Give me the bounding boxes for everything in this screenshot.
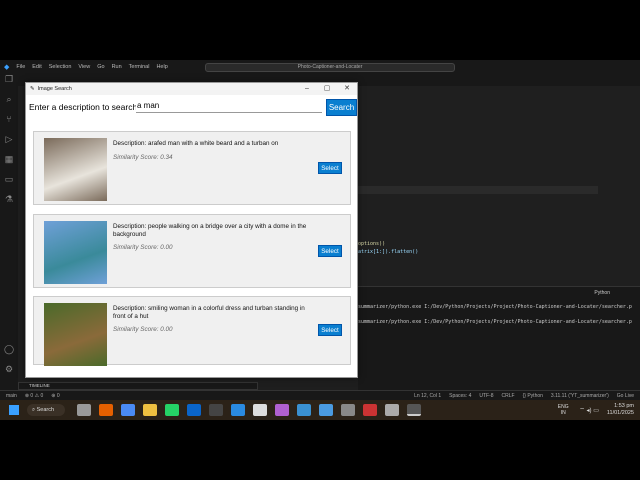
go-live[interactable]: Go Live	[617, 393, 634, 399]
result-card: Description: people walking on a bridge …	[33, 214, 351, 288]
explorer-icon[interactable]: ❐	[0, 74, 18, 94]
gear-icon[interactable]: ⚙	[0, 364, 18, 384]
menu-view[interactable]: View	[78, 64, 90, 70]
account-icon[interactable]: ◯	[0, 344, 18, 364]
vscode-logo-icon: ◆	[4, 64, 10, 71]
problems-status[interactable]: ⊗ 0 ⚠ 0	[25, 393, 43, 399]
app-icon[interactable]	[341, 404, 355, 416]
select-button[interactable]: Select	[318, 324, 342, 336]
menu-run[interactable]: Run	[112, 64, 122, 70]
ports-status[interactable]: ⊕ 0	[51, 393, 59, 399]
task-view-icon[interactable]	[77, 404, 91, 416]
file-explorer-icon[interactable]	[143, 404, 157, 416]
whatsapp-icon[interactable]	[165, 404, 179, 416]
app-icon[interactable]	[363, 404, 377, 416]
terminal-panel[interactable]: Python summarizer/python.exe I:/Dev/Pyth…	[358, 286, 640, 390]
python-tk-icon[interactable]	[407, 404, 421, 416]
search-input[interactable]	[136, 99, 322, 113]
code-line: options))	[358, 241, 386, 247]
testing-icon[interactable]: ⚗	[0, 194, 18, 214]
line-ending[interactable]: CRLF	[502, 393, 515, 399]
result-description: Description: people walking on a bridge …	[113, 223, 307, 238]
similarity-score: Similarity Score: 0.34	[113, 154, 173, 161]
command-center[interactable]: Photo-Captioner-and-Locater	[205, 63, 455, 72]
menu-help[interactable]: Help	[156, 64, 167, 70]
dialog-title: Image Search	[37, 86, 72, 92]
menu-terminal[interactable]: Terminal	[129, 64, 150, 70]
close-button[interactable]: ✕	[337, 83, 357, 95]
extensions-icon[interactable]: ▦	[0, 154, 18, 174]
minimize-button[interactable]: –	[297, 83, 317, 95]
result-thumbnail	[44, 138, 107, 201]
feather-icon: ✎	[30, 86, 35, 92]
language-indicator[interactable]: ENG IN	[555, 404, 571, 416]
menu-go[interactable]: Go	[97, 64, 104, 70]
select-button[interactable]: Select	[318, 245, 342, 257]
source-control-icon[interactable]: ⑂	[0, 114, 18, 134]
chrome-icon[interactable]	[121, 404, 135, 416]
app-icon[interactable]	[297, 404, 311, 416]
app-icon[interactable]	[385, 404, 399, 416]
copilot-icon[interactable]	[275, 404, 289, 416]
similarity-score: Similarity Score: 0.00	[113, 326, 173, 333]
app-icon[interactable]	[253, 404, 267, 416]
menu-selection[interactable]: Selection	[49, 64, 72, 70]
taskbar-search-label: Search	[36, 407, 55, 413]
terminal-icon[interactable]	[209, 404, 223, 416]
remote-icon[interactable]: ▭	[0, 174, 18, 194]
similarity-score: Similarity Score: 0.00	[113, 244, 173, 251]
result-card: Description: arafed man with a white bea…	[33, 131, 351, 205]
result-description: Description: arafed man with a white bea…	[113, 140, 279, 147]
time: 1:53 pm	[614, 403, 634, 409]
current-line-highlight	[358, 186, 598, 194]
search-button[interactable]: Search	[326, 99, 357, 116]
menu-edit[interactable]: Edit	[32, 64, 41, 70]
terminal-line: summarizer/python.exe I:/Dev/Python/Proj…	[358, 304, 632, 310]
status-bar: main ⊗ 0 ⚠ 0 ⊕ 0 Ln 12, Col 1 Spaces: 4 …	[0, 390, 640, 400]
taskbar-search[interactable]: ⌕ Search	[27, 404, 65, 416]
encoding[interactable]: UTF-8	[479, 393, 493, 399]
code-line: atrix[1:]).flatten()	[358, 249, 419, 255]
search-label: Enter a description to search:	[29, 102, 140, 112]
interpreter[interactable]: 3.11.11 ('YT_summarizer')	[551, 393, 609, 399]
select-button[interactable]: Select	[318, 162, 342, 174]
branch-status[interactable]: main	[6, 393, 17, 399]
outlook-icon[interactable]	[187, 404, 201, 416]
terminal-tab[interactable]: Python	[594, 290, 610, 296]
firefox-icon[interactable]	[99, 404, 113, 416]
result-thumbnail	[44, 221, 107, 284]
result-card: Description: smiling woman in a colorful…	[33, 296, 351, 366]
code-editor[interactable]: options)) atrix[1:]).flatten()	[358, 86, 640, 296]
menu-file[interactable]: File	[16, 64, 25, 70]
clock[interactable]: 1:53 pm 11/01/2025	[607, 403, 634, 417]
cursor-position[interactable]: Ln 12, Col 1	[414, 393, 441, 399]
taskbar: ⌕ Search ENG IN ⌔ ◂) ▭ 1:53 pm 11/01/2025	[0, 400, 640, 420]
app-icon[interactable]	[319, 404, 333, 416]
image-search-dialog: ✎ Image Search – ▢ ✕ Enter a description…	[25, 82, 358, 378]
result-description: Description: smiling woman in a colorful…	[113, 305, 305, 320]
indentation[interactable]: Spaces: 4	[449, 393, 471, 399]
terminal-line: summarizer/python.exe I:/Dev/Python/Proj…	[358, 319, 632, 325]
result-thumbnail	[44, 303, 107, 366]
vscode-icon[interactable]	[231, 404, 245, 416]
menu-bar: ◆ File Edit Selection View Go Run Termin…	[0, 60, 640, 74]
dialog-titlebar: ✎ Image Search – ▢ ✕	[26, 83, 357, 95]
language-mode[interactable]: {} Python	[523, 393, 543, 399]
windows-start-icon[interactable]	[9, 405, 19, 415]
activity-bar: ❐ ⌕ ⑂ ▷ ▦ ▭ ⚗ ◯ ⚙	[0, 74, 18, 390]
timeline-section[interactable]: TIMELINE	[18, 382, 258, 390]
run-debug-icon[interactable]: ▷	[0, 134, 18, 154]
maximize-button[interactable]: ▢	[317, 83, 337, 95]
date: 11/01/2025	[606, 410, 634, 416]
tray-icons[interactable]: ⌔ ◂) ▭	[579, 406, 599, 414]
search-icon[interactable]: ⌕	[0, 94, 18, 114]
